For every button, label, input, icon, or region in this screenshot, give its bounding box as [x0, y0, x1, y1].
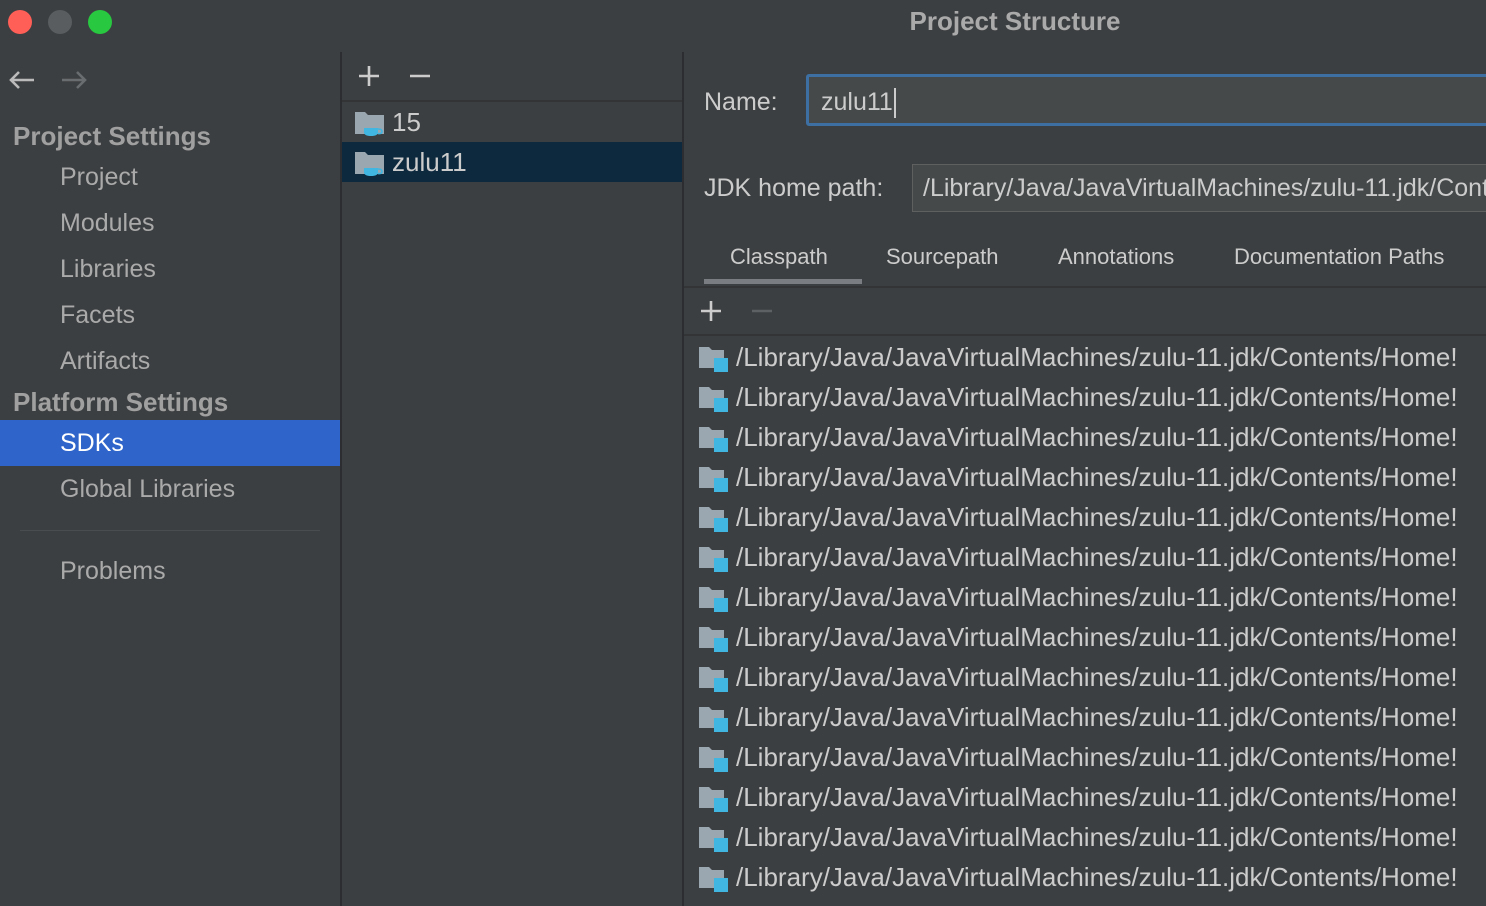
platform-settings-heading: Platform Settings — [13, 387, 229, 417]
sidebar-item-facets[interactable]: Facets — [0, 292, 340, 338]
name-value: zulu11 — [821, 88, 893, 116]
sdk-tabs: Classpath Sourcepath Annotations Documen… — [684, 232, 1486, 288]
classpath-entry[interactable]: /Library/Java/JavaVirtualMachines/zulu-1… — [684, 496, 1486, 536]
jar-folder-icon — [699, 667, 728, 692]
project-settings-heading: Project Settings — [13, 121, 211, 151]
classpath-toolbar — [684, 288, 1486, 336]
classpath-entry[interactable]: /Library/Java/JavaVirtualMachines/zulu-1… — [684, 376, 1486, 416]
title-bar: Project Structure — [0, 0, 1486, 52]
jar-folder-icon — [699, 587, 728, 612]
classpath-entry[interactable]: /Library/Java/JavaVirtualMachines/zulu-1… — [684, 736, 1486, 776]
jar-folder-icon — [699, 507, 728, 532]
jar-folder-icon — [699, 347, 728, 372]
sdk-details-panel: Name: zulu11 JDK home path: /Library/Jav… — [684, 52, 1486, 906]
classpath-entry-path: /Library/Java/JavaVirtualMachines/zulu-1… — [736, 582, 1458, 612]
classpath-entry-path: /Library/Java/JavaVirtualMachines/zulu-1… — [736, 662, 1458, 692]
classpath-entry-path: /Library/Java/JavaVirtualMachines/zulu-1… — [736, 742, 1458, 772]
jdk-folder-icon — [355, 112, 384, 136]
classpath-entry[interactable]: /Library/Java/JavaVirtualMachines/zulu-1… — [684, 656, 1486, 696]
sidebar-item-label: Libraries — [60, 255, 156, 283]
classpath-entry-path: /Library/Java/JavaVirtualMachines/zulu-1… — [736, 462, 1458, 492]
sidebar-item-modules[interactable]: Modules — [0, 200, 340, 246]
jar-folder-icon — [699, 387, 728, 412]
classpath-entry[interactable]: /Library/Java/JavaVirtualMachines/zulu-1… — [684, 696, 1486, 736]
arrow-left-icon[interactable] — [4, 62, 40, 98]
window-title: Project Structure — [909, 6, 1121, 36]
classpath-entry-path: /Library/Java/JavaVirtualMachines/zulu-1… — [736, 862, 1458, 892]
sdk-name: 15 — [392, 107, 421, 137]
sidebar-item-label: SDKs — [60, 429, 124, 457]
jar-folder-icon — [699, 547, 728, 572]
sidebar-item-project[interactable]: Project — [0, 154, 340, 200]
settings-sidebar: Project Settings Project Modules Librari… — [0, 52, 340, 906]
name-label: Name: — [704, 88, 778, 116]
classpath-entry-path: /Library/Java/JavaVirtualMachines/zulu-1… — [736, 382, 1458, 412]
minus-icon[interactable] — [747, 296, 777, 326]
sidebar-item-libraries[interactable]: Libraries — [0, 246, 340, 292]
tab-sourcepath[interactable]: Sourcepath — [886, 244, 999, 270]
jar-folder-icon — [699, 427, 728, 452]
jdk-home-path-value: /Library/Java/JavaVirtualMachines/zulu-1… — [923, 174, 1486, 202]
sidebar-item-global-libraries[interactable]: Global Libraries — [0, 466, 340, 512]
tab-classpath[interactable]: Classpath — [730, 244, 828, 270]
tab-annotations[interactable]: Annotations — [1058, 244, 1174, 270]
classpath-entry[interactable]: /Library/Java/JavaVirtualMachines/zulu-1… — [684, 576, 1486, 616]
jar-folder-icon — [699, 467, 728, 492]
classpath-entry-path: /Library/Java/JavaVirtualMachines/zulu-1… — [736, 542, 1458, 572]
arrow-right-icon[interactable] — [56, 62, 92, 98]
classpath-entry-path: /Library/Java/JavaVirtualMachines/zulu-1… — [736, 702, 1458, 732]
classpath-entry-path: /Library/Java/JavaVirtualMachines/zulu-1… — [736, 782, 1458, 812]
classpath-entry[interactable]: /Library/Java/JavaVirtualMachines/zulu-1… — [684, 536, 1486, 576]
sidebar-item-label: Global Libraries — [60, 475, 236, 503]
classpath-entry-path: /Library/Java/JavaVirtualMachines/zulu-1… — [736, 622, 1458, 652]
active-tab-indicator — [704, 279, 862, 284]
jdk-home-path-label: JDK home path: — [704, 174, 884, 202]
sdk-name: zulu11 — [392, 147, 467, 177]
jar-folder-icon — [699, 747, 728, 772]
classpath-entry[interactable]: /Library/Java/JavaVirtualMachines/zulu-1… — [684, 416, 1486, 456]
sidebar-item-label: Facets — [60, 301, 136, 329]
jar-folder-icon — [699, 627, 728, 652]
plus-icon[interactable] — [696, 296, 726, 326]
minus-icon[interactable] — [405, 61, 435, 91]
classpath-entry[interactable]: /Library/Java/JavaVirtualMachines/zulu-1… — [684, 456, 1486, 496]
sidebar-item-label: Problems — [60, 557, 166, 585]
sidebar-item-artifacts[interactable]: Artifacts — [0, 338, 340, 384]
jar-folder-icon — [699, 787, 728, 812]
jar-folder-icon — [699, 707, 728, 732]
sidebar-divider — [20, 530, 320, 531]
classpath-entry[interactable]: /Library/Java/JavaVirtualMachines/zulu-1… — [684, 776, 1486, 816]
classpath-entry-path: /Library/Java/JavaVirtualMachines/zulu-1… — [736, 342, 1458, 372]
sidebar-item-label: Project — [60, 163, 138, 191]
plus-icon[interactable] — [354, 61, 384, 91]
classpath-entry-path: /Library/Java/JavaVirtualMachines/zulu-1… — [736, 822, 1458, 852]
classpath-entry-path: /Library/Java/JavaVirtualMachines/zulu-1… — [736, 422, 1458, 452]
jdk-folder-icon — [355, 152, 384, 176]
sidebar-item-sdks[interactable]: SDKs — [0, 420, 340, 466]
sdk-toolbar — [342, 52, 682, 102]
classpath-entry[interactable]: /Library/Java/JavaVirtualMachines/zulu-1… — [684, 616, 1486, 656]
name-field[interactable]: zulu11 — [806, 74, 1486, 126]
classpath-entry[interactable]: /Library/Java/JavaVirtualMachines/zulu-1… — [684, 336, 1486, 376]
classpath-entry[interactable]: /Library/Java/JavaVirtualMachines/zulu-1… — [684, 856, 1486, 896]
sidebar-item-problems[interactable]: Problems — [0, 548, 340, 594]
sdk-list-panel: 15 zulu11 — [342, 52, 682, 906]
minimize-window-icon[interactable] — [48, 10, 72, 34]
sdk-list-item[interactable]: zulu11 — [342, 142, 682, 182]
classpath-entry[interactable]: /Library/Java/JavaVirtualMachines/zulu-1… — [684, 816, 1486, 856]
text-caret — [893, 88, 896, 119]
jar-folder-icon — [699, 867, 728, 892]
sdk-list-item[interactable]: 15 — [342, 102, 682, 142]
tab-documentation-paths[interactable]: Documentation Paths — [1234, 244, 1444, 270]
sidebar-item-label: Artifacts — [60, 347, 151, 375]
maximize-window-icon[interactable] — [88, 10, 112, 34]
jar-folder-icon — [699, 827, 728, 852]
sidebar-item-label: Modules — [60, 209, 155, 237]
classpath-list[interactable]: /Library/Java/JavaVirtualMachines/zulu-1… — [684, 336, 1486, 906]
classpath-entry-path: /Library/Java/JavaVirtualMachines/zulu-1… — [736, 502, 1458, 532]
close-window-icon[interactable] — [8, 10, 32, 34]
jdk-home-path-field[interactable]: /Library/Java/JavaVirtualMachines/zulu-1… — [912, 164, 1486, 212]
